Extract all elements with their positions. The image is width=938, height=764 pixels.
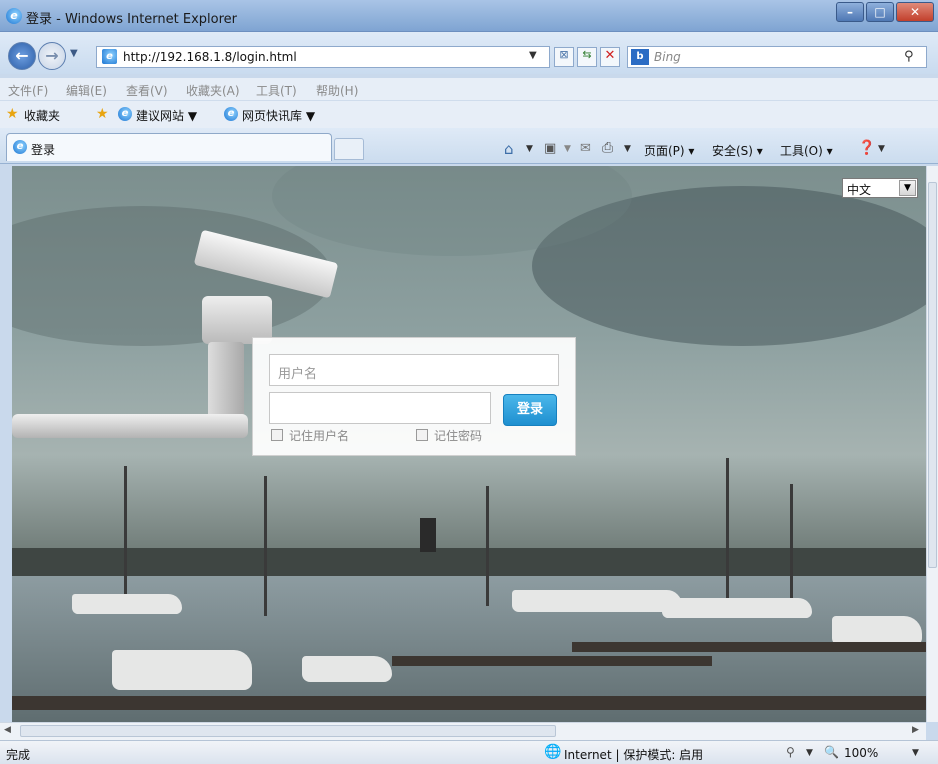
tab-login[interactable]: e 登录	[6, 133, 332, 161]
scroll-left-icon[interactable]: ◀	[4, 725, 11, 735]
menu-view[interactable]: 查看(V)	[126, 82, 168, 99]
recent-pages-dropdown[interactable]: ▼	[70, 48, 78, 59]
boat	[302, 656, 392, 682]
vertical-scroll-thumb[interactable]	[928, 182, 937, 568]
favorites-bar: ★ 收藏夹 ★ e 建议网站 ▼ e 网页快讯库 ▼	[0, 100, 938, 128]
menu-file[interactable]: 文件(F)	[8, 82, 48, 99]
search-placeholder: Bing	[654, 50, 681, 64]
boat	[72, 594, 182, 614]
boat	[512, 590, 682, 612]
pier	[12, 696, 926, 710]
add-favorite-icon[interactable]: ★	[96, 106, 109, 122]
camera-pole	[12, 414, 248, 438]
bing-logo-icon: b	[631, 49, 649, 65]
mail-icon[interactable]: ✉	[580, 141, 591, 156]
globe-icon: 🌐	[544, 744, 562, 760]
new-tab-button[interactable]	[334, 138, 364, 160]
zoom-dropdown-icon[interactable]: ▼	[912, 748, 919, 758]
tab-page-icon: e	[13, 140, 27, 154]
pier	[572, 642, 926, 652]
language-select[interactable]: 中文 ▼	[842, 178, 918, 198]
status-text: 完成	[6, 748, 31, 762]
safety-menu[interactable]: 安全(S) ▾	[712, 142, 763, 159]
boat-mast	[726, 458, 729, 618]
ie-logo-icon: e	[6, 8, 22, 24]
menu-tools[interactable]: 工具(T)	[256, 82, 297, 99]
address-url: http://192.168.1.8/login.html	[123, 50, 297, 64]
remember-password-label: 记住密码	[434, 429, 483, 443]
remember-username-checkbox[interactable]	[271, 429, 283, 441]
star-icon: ★	[6, 106, 19, 122]
zoom-icon: 🔍	[824, 745, 839, 759]
username-input[interactable]: 用户名	[269, 354, 559, 386]
menu-help[interactable]: 帮助(H)	[316, 82, 358, 99]
refresh-icon[interactable]: ⇆	[577, 47, 597, 67]
title-bar: e 登录 - Windows Internet Explorer – □ ✕	[0, 0, 938, 32]
close-window-button[interactable]: ✕	[896, 2, 934, 22]
remember-password-checkbox[interactable]	[416, 429, 428, 441]
boat	[662, 598, 812, 618]
maximize-button[interactable]: □	[866, 2, 894, 22]
help-dropdown-icon[interactable]: ▼	[878, 144, 885, 154]
language-value: 中文	[847, 183, 872, 197]
help-icon[interactable]: ❓	[858, 140, 875, 156]
ssl-icon[interactable]: ⚲	[786, 745, 795, 759]
suggested-sites-link[interactable]: 建议网站 ▼	[136, 107, 197, 124]
status-bar: 完成 🌐 Internet | 保护模式: 启用 ⚲ ▼ 🔍 100% ▼	[0, 740, 938, 764]
favorites-button[interactable]: 收藏夹	[24, 107, 60, 124]
horizontal-scroll-thumb[interactable]	[20, 725, 556, 737]
password-input[interactable]	[269, 392, 491, 424]
tools-menu[interactable]: 工具(O) ▾	[780, 142, 833, 159]
forward-button[interactable]: →	[38, 42, 66, 70]
address-bar[interactable]: e http://192.168.1.8/login.html ▼	[96, 46, 550, 68]
print-dropdown-icon[interactable]: ▼	[624, 144, 631, 154]
remember-username-label: 记住用户名	[289, 429, 350, 443]
minimize-button[interactable]: –	[836, 2, 864, 22]
menu-bar: 文件(F) 编辑(E) 查看(V) 收藏夹(A) 工具(T) 帮助(H)	[0, 78, 938, 100]
home-icon[interactable]: ⌂	[504, 140, 514, 158]
login-button[interactable]: 登录	[503, 394, 557, 426]
window-title: 登录 - Windows Internet Explorer	[26, 12, 237, 27]
boat-mast	[486, 486, 489, 606]
page-icon: e	[102, 49, 117, 64]
address-dropdown-icon[interactable]: ▼	[529, 50, 537, 61]
boat-mast	[264, 476, 267, 616]
pier	[392, 656, 712, 666]
lighthouse	[420, 518, 436, 552]
feeds-dropdown-icon[interactable]: ▼	[564, 144, 571, 154]
home-dropdown-icon[interactable]: ▼	[526, 144, 533, 154]
username-placeholder: 用户名	[278, 367, 318, 382]
camera-arm	[208, 342, 244, 422]
zoom-level[interactable]: 100%	[844, 746, 878, 760]
stop-icon[interactable]: ✕	[600, 47, 620, 67]
ssl-dropdown-icon[interactable]: ▼	[806, 748, 813, 758]
search-icon[interactable]: ⚲	[904, 49, 914, 64]
menu-edit[interactable]: 编辑(E)	[66, 82, 107, 99]
boat-mast	[124, 466, 127, 606]
menu-favorites[interactable]: 收藏夹(A)	[186, 82, 240, 99]
vertical-scrollbar[interactable]	[926, 166, 938, 722]
chevron-down-icon[interactable]: ▼	[899, 180, 916, 196]
suggested-sites-icon: e	[118, 107, 132, 121]
search-box[interactable]: b Bing ⚲	[627, 46, 927, 68]
feeds-icon[interactable]: ▣	[544, 141, 556, 156]
boat-mast	[790, 484, 793, 614]
horizontal-scrollbar[interactable]: ◀ ▶	[0, 722, 926, 740]
compatibility-icon[interactable]: ⊠	[554, 47, 574, 67]
boat	[112, 650, 252, 690]
scroll-right-icon[interactable]: ▶	[912, 725, 919, 735]
web-slice-icon: e	[224, 107, 238, 121]
security-zone[interactable]: Internet | 保护模式: 启用	[564, 746, 703, 763]
web-slice-gallery-link[interactable]: 网页快讯库 ▼	[242, 107, 315, 124]
tab-title: 登录	[31, 143, 56, 157]
print-icon[interactable]: ⎙	[602, 140, 613, 156]
page-menu[interactable]: 页面(P) ▾	[644, 142, 694, 159]
back-button[interactable]: ←	[8, 42, 36, 70]
